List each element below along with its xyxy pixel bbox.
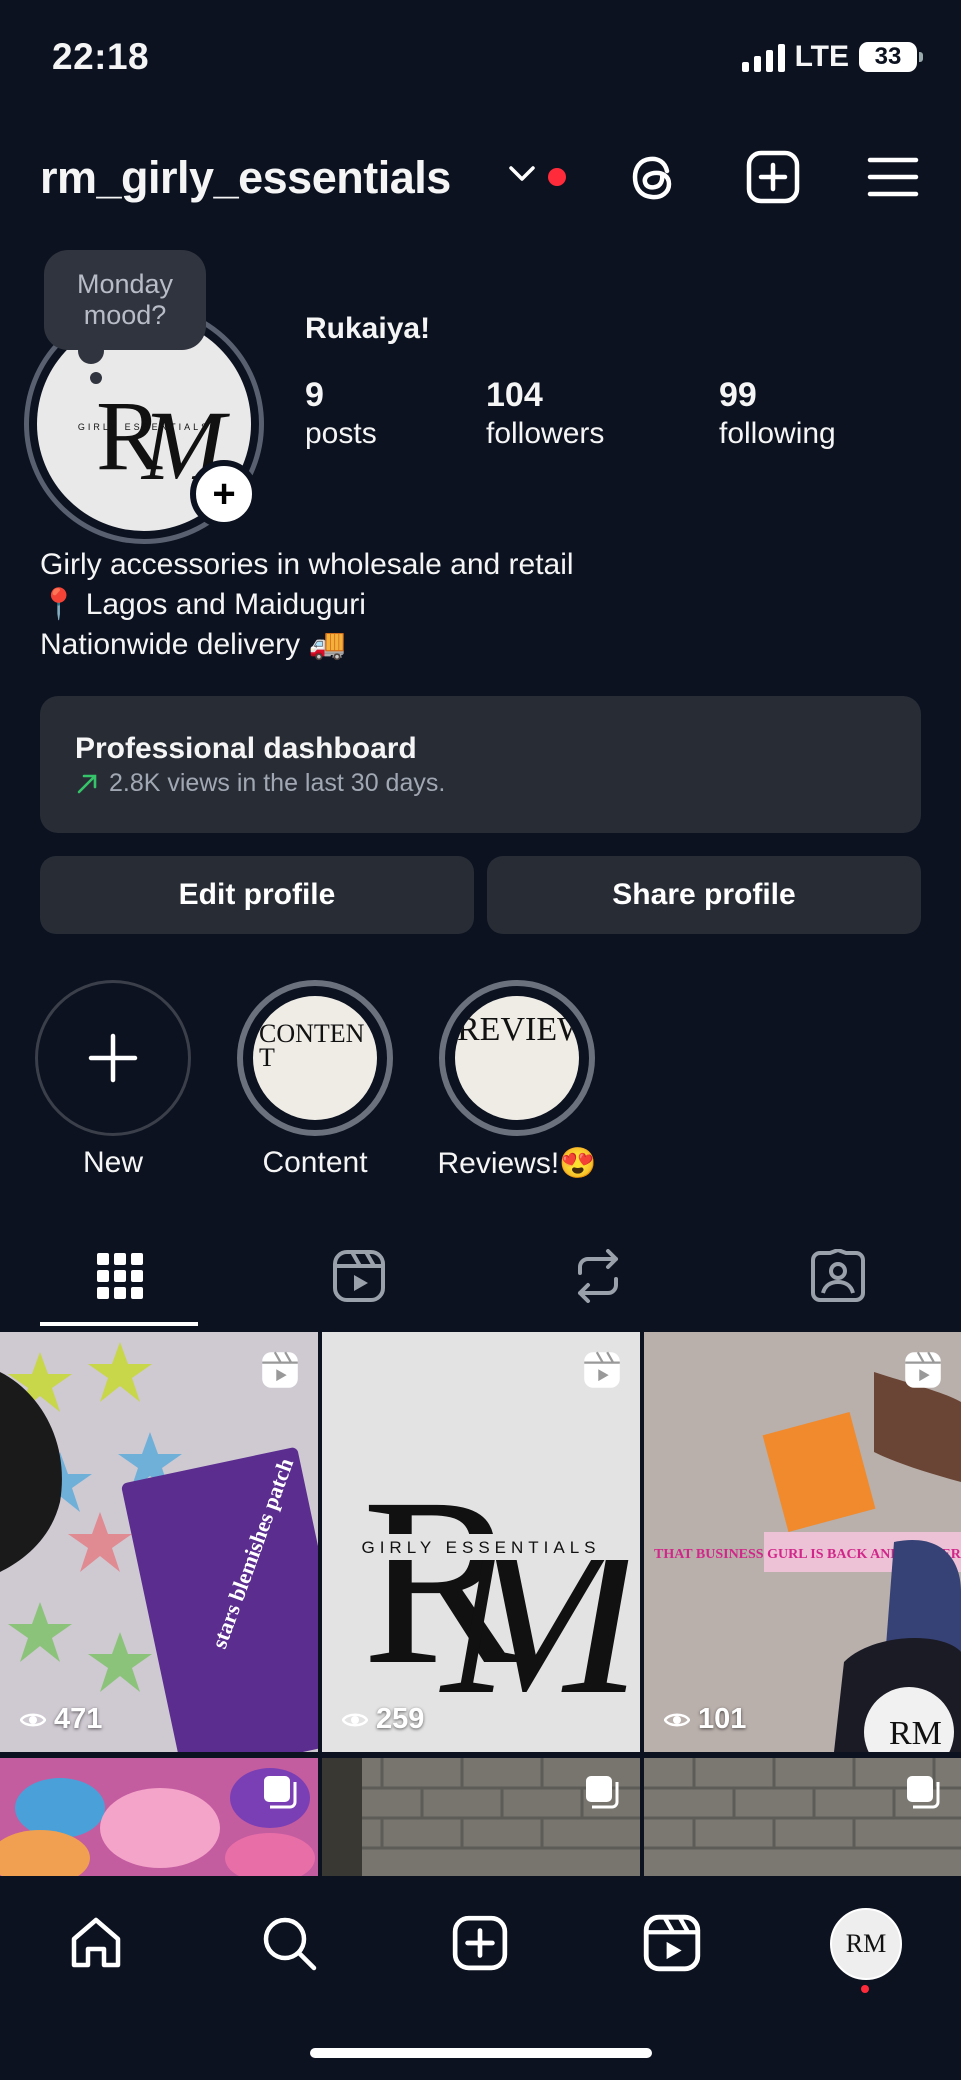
- bio-line: Nationwide delivery 🚚: [40, 628, 346, 661]
- highlight-reviews[interactable]: REVIEW: [439, 980, 595, 1136]
- add-story-button[interactable]: +: [190, 460, 258, 528]
- stat-posts-label: posts: [305, 417, 377, 450]
- trend-up-icon: [77, 774, 97, 793]
- menu-icon[interactable]: [862, 146, 924, 208]
- home-icon[interactable]: [61, 1908, 131, 1978]
- display-name: Rukaiya!: [305, 312, 431, 345]
- note-tail: [78, 338, 104, 364]
- dashboard-title: Professional dashboard: [75, 732, 417, 765]
- view-count-value: 101: [698, 1703, 747, 1735]
- threads-icon[interactable]: [624, 146, 686, 208]
- svg-text:M: M: [439, 1478, 640, 1744]
- post-tile[interactable]: [0, 1758, 318, 1878]
- highlight-label-content: Content: [262, 1146, 368, 1179]
- post-tile[interactable]: [322, 1758, 640, 1878]
- tab-tagged[interactable]: [808, 1246, 868, 1306]
- reels-icon: [333, 1250, 385, 1302]
- notification-dot: [548, 168, 566, 186]
- signal-icon: [741, 42, 785, 72]
- logo-mark: RM: [845, 1929, 887, 1958]
- highlight-cover-text: REVIEW: [457, 1011, 579, 1048]
- post-thumbnail: R M GIRLY ESSENTIALS: [322, 1332, 640, 1752]
- view-count: 259: [342, 1703, 424, 1736]
- battery-icon: 33: [859, 42, 923, 72]
- post-tile[interactable]: THAT BUSINESS GURL IS BACK AND BETTER RM…: [644, 1332, 961, 1752]
- battery-level: 33: [874, 43, 902, 70]
- carousel-icon: [586, 1776, 619, 1809]
- stat-following[interactable]: 99 following: [719, 376, 836, 451]
- status-indicators: LTE 33: [741, 40, 923, 74]
- carousel-icon: [907, 1776, 940, 1809]
- create-post-icon[interactable]: [742, 146, 804, 208]
- logo-text: GIRLY ESSENTIALS: [78, 422, 210, 432]
- active-tab-indicator: [40, 1322, 198, 1326]
- view-count-value: 471: [54, 1703, 103, 1735]
- view-count: 471: [20, 1703, 102, 1736]
- reels-nav-icon[interactable]: [637, 1908, 707, 1978]
- post-thumbnail: stars blemishes patch: [0, 1332, 318, 1752]
- eye-icon: [20, 1713, 46, 1726]
- repost-icon: [578, 1249, 618, 1303]
- tab-reels[interactable]: [329, 1246, 389, 1306]
- highlight-cover: REVIEW: [455, 996, 579, 1120]
- tab-reposts[interactable]: [568, 1246, 628, 1306]
- profile-notification-dot: [861, 1985, 869, 1993]
- logo-mark: RM: [889, 1715, 942, 1752]
- stat-posts[interactable]: 9 posts: [305, 376, 377, 451]
- bio: Girly accessories in wholesale and retai…: [40, 545, 574, 665]
- reel-icon: [905, 1351, 941, 1388]
- reel-icon: [584, 1351, 620, 1388]
- edit-profile-button[interactable]: Edit profile: [40, 856, 474, 934]
- grid-icon: [97, 1253, 143, 1299]
- new-highlight-button[interactable]: [35, 980, 191, 1136]
- view-count-value: 259: [376, 1703, 425, 1735]
- plus-icon: [88, 1033, 138, 1083]
- post-tile[interactable]: R M GIRLY ESSENTIALS 259: [322, 1332, 640, 1752]
- chevron-down-icon[interactable]: [508, 164, 536, 184]
- note-tail-small: [90, 372, 102, 384]
- carousel-icon: [264, 1776, 297, 1809]
- stat-followers-label: followers: [486, 417, 605, 450]
- highlight-cover: CONTENT: [253, 996, 377, 1120]
- stat-following-value: 99: [719, 376, 757, 414]
- home-indicator[interactable]: [310, 2048, 652, 2058]
- dashboard-views: 2.8K views in the last 30 days.: [109, 769, 446, 797]
- post-tile[interactable]: stars blemishes patch 471: [0, 1332, 318, 1752]
- dashboard-subtitle: 2.8K views in the last 30 days.: [75, 769, 445, 798]
- profile-nav-avatar[interactable]: RM: [830, 1908, 902, 1980]
- highlight-cover-text: CONTENT: [259, 1019, 365, 1072]
- highlight-content[interactable]: CONTENT: [237, 980, 393, 1136]
- create-icon[interactable]: [445, 1908, 515, 1978]
- stat-followers[interactable]: 104 followers: [486, 376, 604, 451]
- stat-followers-value: 104: [486, 376, 543, 414]
- eye-icon: [664, 1713, 690, 1726]
- post-tile[interactable]: [644, 1758, 961, 1878]
- stat-posts-value: 9: [305, 376, 324, 414]
- username-switcher[interactable]: rm_girly_essentials: [40, 152, 451, 204]
- view-count: 101: [664, 1703, 746, 1736]
- note-bubble[interactable]: Monday mood?: [44, 250, 206, 350]
- share-profile-button[interactable]: Share profile: [487, 856, 921, 934]
- search-icon[interactable]: [254, 1908, 324, 1978]
- post-thumbnail: THAT BUSINESS GURL IS BACK AND BETTER RM: [644, 1332, 961, 1752]
- bio-line: Girly accessories in wholesale and retai…: [40, 548, 574, 581]
- highlight-label-new: New: [82, 1146, 143, 1179]
- stat-following-label: following: [719, 417, 836, 450]
- tagged-user-icon: [811, 1249, 865, 1302]
- highlight-label-reviews: Reviews!😍: [437, 1147, 597, 1180]
- eye-icon: [342, 1713, 368, 1726]
- tab-posts-grid[interactable]: [90, 1246, 150, 1306]
- bio-line: 📍 Lagos and Maiduguri: [40, 588, 366, 621]
- reel-icon: [262, 1351, 298, 1388]
- status-time: 22:18: [52, 36, 150, 77]
- logo-text: GIRLY ESSENTIALS: [361, 1538, 600, 1557]
- network-label: LTE: [794, 40, 849, 73]
